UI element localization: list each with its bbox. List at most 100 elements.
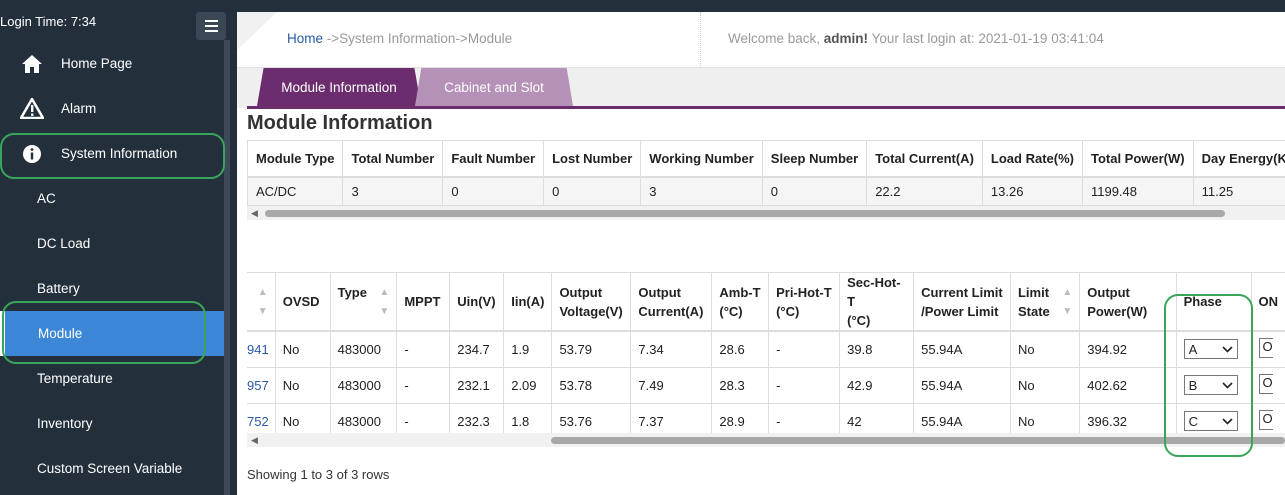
column-header[interactable]: Day Energy(KW bbox=[1193, 140, 1285, 178]
column-header-current-limit[interactable]: Current Limit/Power Limit bbox=[913, 272, 1011, 332]
header-label: Sec-Hot-T bbox=[847, 275, 901, 309]
sidebar-item-label: DC Load bbox=[37, 236, 91, 251]
sidebar-item-label: AC bbox=[37, 191, 56, 206]
header-corner-decoration bbox=[237, 12, 277, 50]
column-header-sec-hot-t[interactable]: Sec-Hot-T (°C) bbox=[839, 272, 915, 332]
phase-value: C bbox=[1188, 413, 1198, 429]
column-header-type[interactable]: Type ▲ ▼ bbox=[330, 272, 398, 332]
column-header[interactable]: Load Rate(%) bbox=[982, 140, 1083, 178]
header-label: Voltage(V) bbox=[559, 303, 623, 319]
sidebar-item-ac[interactable]: AC bbox=[0, 176, 224, 221]
header-label: Amb-T bbox=[719, 284, 761, 300]
table-cell: 53.78 bbox=[551, 367, 632, 404]
serial-number-link[interactable]: 941 bbox=[247, 331, 276, 368]
summary-table-scrollbar[interactable]: ◀ bbox=[247, 206, 1285, 220]
sidebar-item-system-information[interactable]: System Information bbox=[0, 131, 224, 176]
column-header[interactable]: Working Number bbox=[640, 140, 763, 178]
phase-select[interactable]: B bbox=[1183, 375, 1238, 395]
sidebar-item-temperature[interactable]: Temperature bbox=[0, 356, 224, 401]
sidebar-item-label: Inventory bbox=[37, 416, 93, 431]
column-header-limit-state[interactable]: Limit ▲ ▼ State bbox=[1010, 272, 1081, 332]
column-header[interactable]: Sleep Number bbox=[762, 140, 868, 178]
column-header[interactable]: Total Number bbox=[342, 140, 444, 178]
table-header-row: Module Type Total Number Fault Number Lo… bbox=[246, 140, 1285, 178]
scroll-left-icon[interactable]: ◀ bbox=[251, 208, 258, 219]
sidebar-item-label: Home Page bbox=[61, 56, 133, 71]
header-label: Phase bbox=[1183, 294, 1222, 309]
on-off-select[interactable]: ON bbox=[1258, 409, 1273, 430]
tab-underline bbox=[247, 106, 1285, 109]
column-header-output-power[interactable]: Output Power(W) bbox=[1079, 272, 1177, 332]
header-label: (°C) bbox=[776, 303, 800, 319]
header: Home ->System Information->Module Welcom… bbox=[237, 12, 1285, 68]
hamburger-icon[interactable] bbox=[196, 12, 226, 40]
serial-number-link[interactable]: 957 bbox=[247, 367, 276, 404]
sidebar-item-home-page[interactable]: Home Page bbox=[0, 41, 224, 86]
sidebar-item-inventory[interactable]: Inventory bbox=[0, 401, 224, 446]
table-cell: - bbox=[396, 367, 451, 404]
table-cell: No bbox=[275, 367, 331, 404]
column-header[interactable]: Module Type bbox=[246, 140, 344, 178]
header-divider bbox=[700, 12, 701, 68]
phase-select[interactable]: A bbox=[1183, 339, 1238, 360]
breadcrumb-path: ->System Information->Module bbox=[323, 31, 513, 46]
table-cell: ON bbox=[1251, 367, 1285, 404]
column-header-pri-hot-t[interactable]: Pri-Hot-T (°C) bbox=[768, 272, 841, 332]
column-header[interactable]: Lost Number bbox=[543, 140, 642, 178]
tab-module-information[interactable]: Module Information bbox=[257, 68, 421, 106]
table-cell: 22.2 bbox=[866, 176, 983, 206]
table-cell: 232.1 bbox=[449, 367, 505, 404]
column-header-iin[interactable]: Iin(A) bbox=[503, 272, 553, 332]
scrollbar-thumb[interactable] bbox=[551, 437, 1285, 444]
table-cell: 53.79 bbox=[551, 331, 632, 368]
detail-table-scrollbar[interactable]: ◀ bbox=[247, 433, 1285, 447]
sidebar-item-dc-load[interactable]: DC Load bbox=[0, 221, 224, 266]
sort-icon[interactable]: ▲ ▼ bbox=[1062, 283, 1072, 321]
sidebar: Login Time: 7:34 Home Page Alarm System … bbox=[0, 0, 237, 495]
table-cell: 7.49 bbox=[630, 367, 713, 404]
header-label: (°C) bbox=[719, 303, 743, 319]
sidebar-item-label: Custom Screen Variable bbox=[37, 461, 183, 476]
scroll-left-icon[interactable]: ◀ bbox=[251, 435, 258, 446]
column-header-on[interactable]: ON bbox=[1251, 272, 1285, 332]
table-cell: 0 bbox=[442, 176, 545, 206]
column-header-ovsd[interactable]: OVSD bbox=[275, 272, 331, 332]
sort-icon[interactable]: ▲ ▼ bbox=[258, 283, 268, 321]
sidebar-item-module[interactable]: Module bbox=[5, 311, 224, 356]
header-label: Type bbox=[337, 284, 367, 300]
table-cell: 0 bbox=[543, 176, 642, 206]
sidebar-scrollbar[interactable] bbox=[224, 40, 230, 495]
column-header-amb-t[interactable]: Amb-T (°C) bbox=[711, 272, 770, 332]
sidebar-item-alarm[interactable]: Alarm bbox=[0, 86, 224, 131]
welcome-prefix: Welcome back, bbox=[728, 31, 824, 46]
header-label: ON bbox=[1258, 294, 1279, 309]
sidebar-item-custom-screen-variable[interactable]: Custom Screen Variable bbox=[0, 446, 224, 491]
info-icon bbox=[20, 143, 44, 165]
table-cell: 42.9 bbox=[839, 367, 915, 404]
header-label: Power(W) bbox=[1087, 303, 1148, 319]
table-row: 941 No 483000 - 234.7 1.9 53.79 7.34 28.… bbox=[247, 331, 1285, 368]
column-header-output-voltage[interactable]: Output Voltage(V) bbox=[551, 272, 632, 332]
table-cell: ON bbox=[1251, 331, 1285, 368]
scrollbar-thumb[interactable] bbox=[265, 210, 1225, 217]
summary-table: Module Type Total Number Fault Number Lo… bbox=[246, 140, 1285, 206]
phase-select[interactable]: C bbox=[1183, 411, 1238, 431]
table-cell: 7.34 bbox=[630, 331, 713, 368]
on-off-select[interactable]: ON bbox=[1258, 373, 1273, 394]
tab-cabinet-and-slot[interactable]: Cabinet and Slot bbox=[415, 68, 573, 106]
table-cell: 394.92 bbox=[1079, 331, 1177, 368]
column-header[interactable]: Total Power(W) bbox=[1082, 140, 1194, 178]
header-label: (°C) bbox=[847, 313, 871, 328]
on-off-select[interactable]: ON bbox=[1258, 337, 1273, 358]
breadcrumb-home-link[interactable]: Home bbox=[287, 31, 323, 46]
column-header-output-current[interactable]: Output Current(A) bbox=[630, 272, 713, 332]
column-header-uin[interactable]: Uin(V) bbox=[449, 272, 505, 332]
sort-icon[interactable]: ▲ ▼ bbox=[379, 283, 389, 321]
column-header[interactable]: Fault Number bbox=[442, 140, 545, 178]
column-header[interactable]: Total Current(A) bbox=[866, 140, 983, 178]
column-header-serial[interactable]: ▲ ▼ bbox=[247, 272, 276, 332]
column-header-phase[interactable]: Phase bbox=[1176, 272, 1252, 332]
header-label: OVSD bbox=[282, 294, 320, 309]
sidebar-item-battery[interactable]: Battery bbox=[0, 266, 224, 311]
column-header-mppt[interactable]: MPPT bbox=[396, 272, 451, 332]
